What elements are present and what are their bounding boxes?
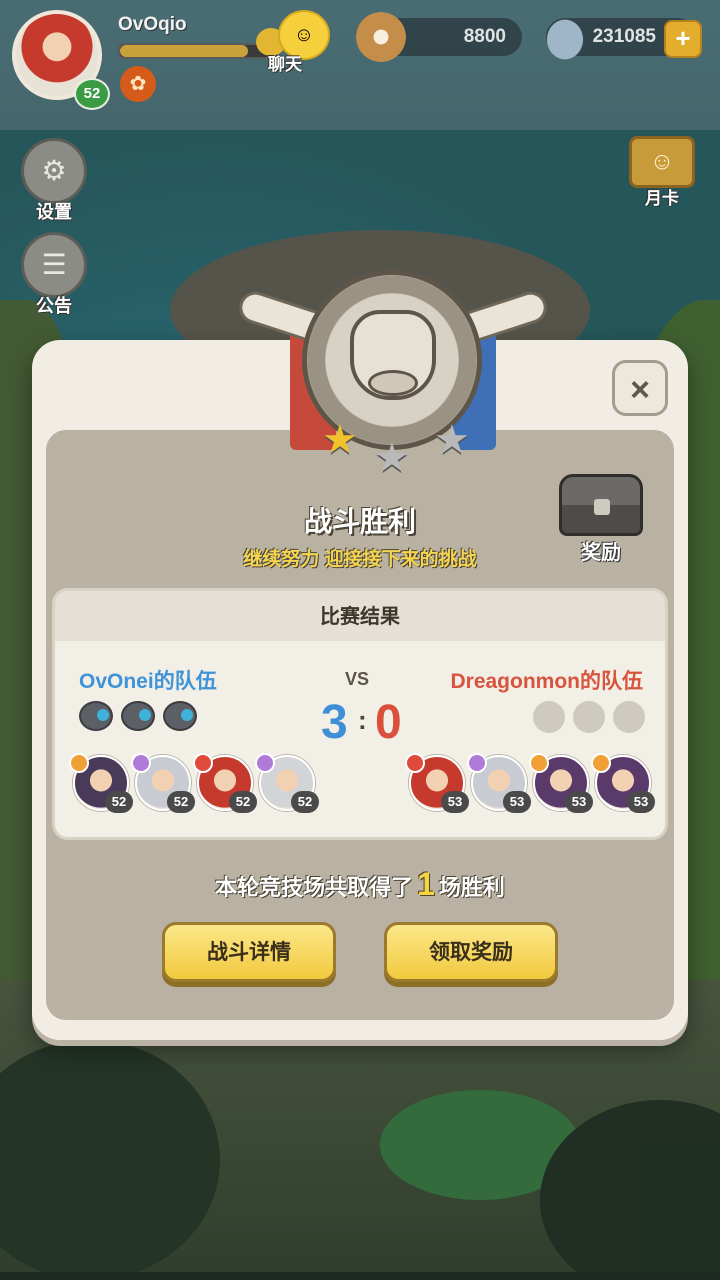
player-name: OvOqio [118,14,187,35]
round-win-icon [163,701,197,731]
right-win-markers [533,701,645,733]
hero-level-badge: 53 [627,791,655,813]
xp-bar [118,43,272,59]
star-icon: ★ [434,418,470,462]
left-score: 3 [321,696,348,749]
gear-icon: ⚙ [21,138,87,204]
pearl-currency: 8800 [356,12,522,62]
round-empty-marker [613,701,645,733]
pearl-amount: 8800 [463,26,506,47]
left-hero-lineup: 52 52 52 52 [69,753,319,813]
arena-summary: 本轮竞技场共取得了 1 场胜利 [0,866,720,903]
hero-level-badge: 52 [229,791,257,813]
left-hero-portrait[interactable]: 52 [255,753,319,813]
match-result-card: 比赛结果 OvOnei的队伍 VS Dreagonmon的队伍 3 : 0 52… [52,588,668,840]
element-icon [193,753,213,773]
element-icon [69,753,89,773]
match-result-header: 比赛结果 [55,591,665,641]
treasure-chest-icon [559,474,643,536]
score-separator: : [358,705,367,735]
chat-label: 聊天 [268,55,302,74]
month-card-button[interactable]: ☺ 月卡 [624,136,700,209]
close-button[interactable]: × [612,360,668,416]
element-icon [131,753,151,773]
notice-label: 公告 [36,296,72,316]
element-icon [467,753,487,773]
vs-label: VS [345,669,370,689]
round-win-icon [121,701,155,731]
element-icon [255,753,275,773]
star-icon: ★ [322,418,358,462]
month-card-label: 月卡 [645,189,679,208]
hero-level-badge: 52 [105,791,133,813]
element-icon [529,753,549,773]
right-score: 0 [375,696,402,749]
right-hero-portrait[interactable]: 53 [591,753,655,813]
battle-details-button[interactable]: 战斗详情 [162,922,336,982]
left-hero-portrait[interactable]: 52 [193,753,257,813]
summary-suffix: 场胜利 [438,875,505,900]
left-win-markers [79,701,197,731]
right-team-name: Dreagonmon的队伍 [450,670,643,693]
right-hero-portrait[interactable]: 53 [467,753,531,813]
right-hero-portrait[interactable]: 53 [529,753,593,813]
guild-status-icon[interactable]: ✿ [120,66,156,102]
hero-level-badge: 52 [167,791,195,813]
right-hero-portrait[interactable]: 53 [405,753,469,813]
pearl-shell-icon [356,12,406,62]
hero-level-badge: 52 [291,791,319,813]
hero-level-badge: 53 [565,791,593,813]
boar-snout [368,370,418,396]
clam-shell-icon [540,12,590,62]
settings-label: 设置 [36,202,72,222]
summary-win-count: 1 [417,866,435,902]
victory-emblem: ★ ★ ★ [235,270,551,478]
month-card-icon: ☺ [629,136,695,188]
settings-button[interactable]: ⚙ 设置 [14,138,94,224]
left-hero-portrait[interactable]: 52 [131,753,195,813]
bottom-bar [0,1272,720,1280]
round-win-icon [79,701,113,731]
add-currency-button[interactable]: + [664,20,702,58]
element-icon [591,753,611,773]
left-hero-portrait[interactable]: 52 [69,753,133,813]
hero-level-badge: 53 [441,791,469,813]
reward-label: 奖励 [581,542,621,564]
left-team-name: OvOnei的队伍 [79,670,217,693]
round-empty-marker [533,701,565,733]
right-hero-lineup: 53 53 53 53 [405,753,655,813]
xp-bar-fill [120,45,248,57]
notice-board-icon: ☰ [21,232,87,298]
summary-prefix: 本轮竞技场共取得了 [215,875,414,900]
notice-button[interactable]: ☰ 公告 [14,232,94,318]
hero-level-badge: 53 [503,791,531,813]
player-level-badge: 52 [74,78,110,110]
star-icon: ★ [374,436,410,480]
shell-amount: 231085 [592,26,656,47]
element-icon [405,753,425,773]
round-empty-marker [573,701,605,733]
chat-button[interactable]: ☺ 聊天 [256,10,332,74]
claim-reward-button[interactable]: 领取奖励 [384,922,558,982]
reward-button[interactable]: 奖励 [556,474,646,565]
